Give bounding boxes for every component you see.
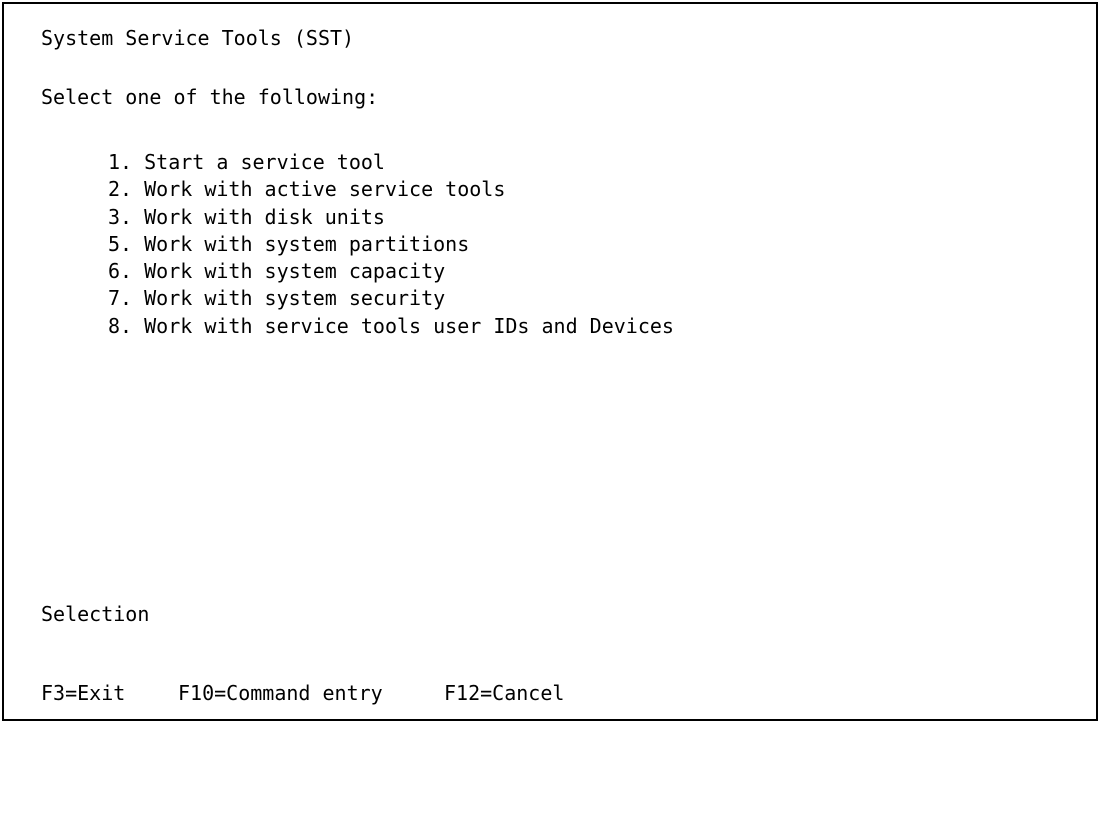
function-key-bar: F3=Exit F10=Command entry F12=Cancel <box>41 680 564 815</box>
instruction-text: Select one of the following: <box>41 85 379 109</box>
menu-option-number: 8. <box>108 313 133 338</box>
screen-title: System Service Tools (SST) <box>41 26 355 50</box>
menu-option-number: 1. <box>108 150 133 174</box>
menu-option-label: Start a service tool <box>144 150 385 174</box>
menu-option-label: Work with disk units <box>144 204 385 229</box>
menu-option-system-partitions[interactable]: 5. Work with system partitions <box>108 231 674 258</box>
menu-option-label: Work with service tools user IDs and Dev… <box>144 313 674 338</box>
menu-option-active-service-tools[interactable]: 2. Work with active service tools <box>108 176 674 203</box>
menu-option-label: Work with active service tools <box>144 177 506 202</box>
f10-command-entry-key[interactable]: F10=Command entry <box>178 680 383 707</box>
terminal-screen: System Service Tools (SST) Select one of… <box>2 2 1098 721</box>
menu-option-label: Work with system capacity <box>144 259 446 284</box>
menu-option-system-security[interactable]: 7. Work with system security <box>108 285 674 312</box>
menu-option-label: Work with system security <box>144 286 446 311</box>
menu-option-number: 5. <box>108 231 133 256</box>
selection-label: Selection <box>41 602 150 626</box>
menu-option-system-capacity[interactable]: 6. Work with system capacity <box>108 258 674 285</box>
menu-option-start-service-tool[interactable]: 1. Start a service tool <box>108 149 674 176</box>
menu-list: 1. Start a service tool 2. Work with act… <box>108 149 674 340</box>
menu-option-user-ids-devices[interactable]: 8. Work with service tools user IDs and … <box>108 313 674 340</box>
f3-exit-key[interactable]: F3=Exit <box>41 680 125 707</box>
menu-option-number: 7. <box>108 286 133 311</box>
menu-option-number: 2. <box>108 177 133 202</box>
f12-cancel-key[interactable]: F12=Cancel <box>444 680 564 707</box>
menu-option-number: 3. <box>108 204 133 229</box>
menu-option-number: 6. <box>108 259 133 284</box>
menu-option-disk-units[interactable]: 3. Work with disk units <box>108 204 674 231</box>
menu-option-label: Work with system partitions <box>144 231 470 256</box>
